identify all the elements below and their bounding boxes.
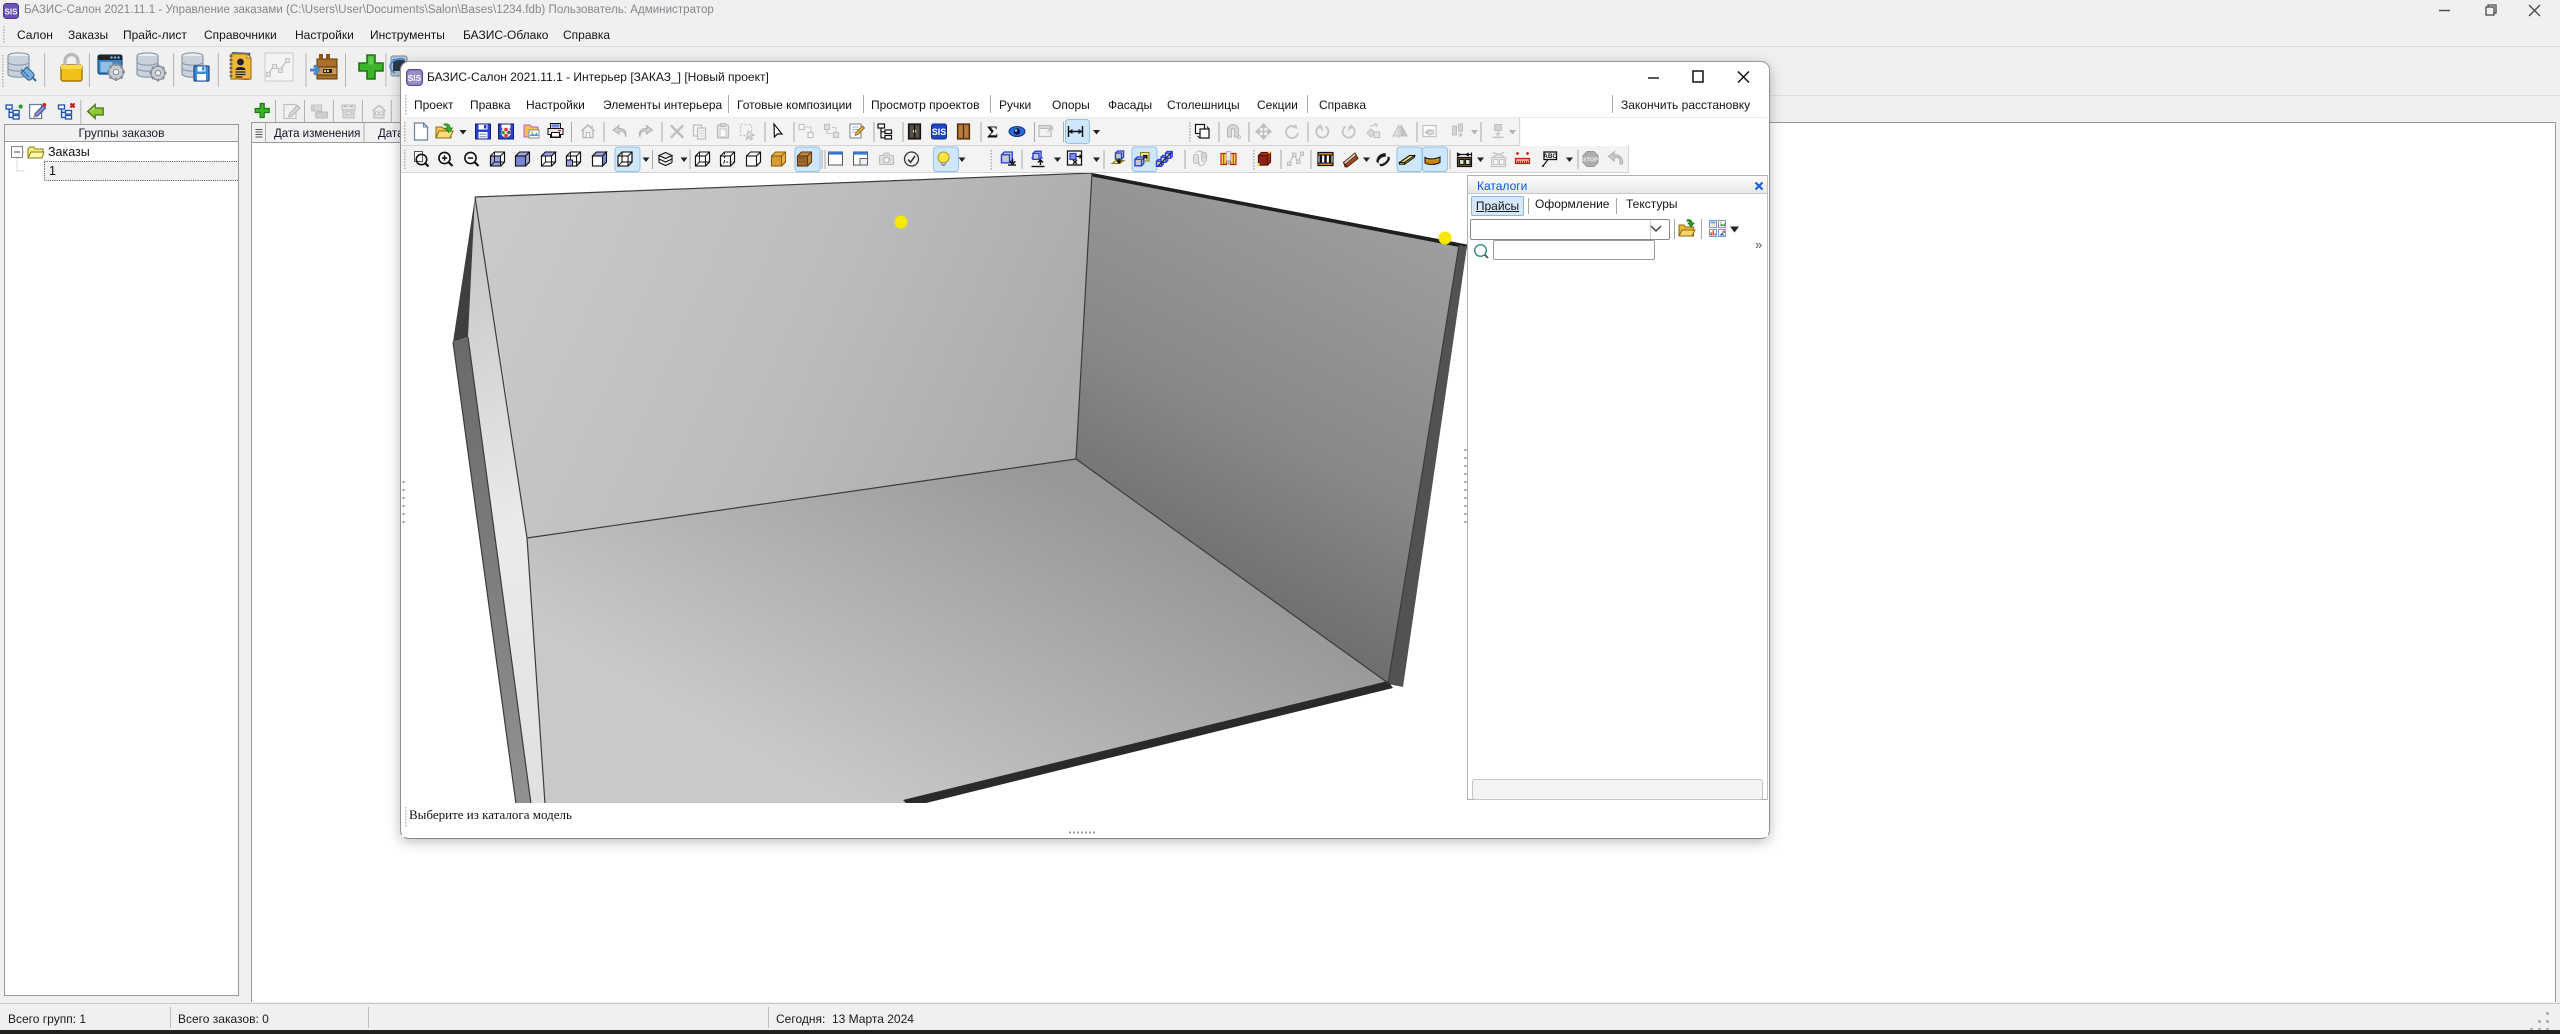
svg-text:ABC: ABC — [1543, 153, 1557, 160]
svg-text:STOP: STOP — [1583, 158, 1598, 164]
svg-text:Заказы: Заказы — [48, 145, 90, 159]
svg-text:SlS: SlS — [5, 8, 19, 17]
svg-text:1: 1 — [49, 164, 56, 178]
svg-text:Дата изменения: Дата изменения — [274, 128, 360, 140]
svg-text:SlS: SlS — [408, 73, 422, 83]
svg-text:SIS: SIS — [932, 127, 947, 137]
svg-text:Σ: Σ — [987, 123, 998, 142]
